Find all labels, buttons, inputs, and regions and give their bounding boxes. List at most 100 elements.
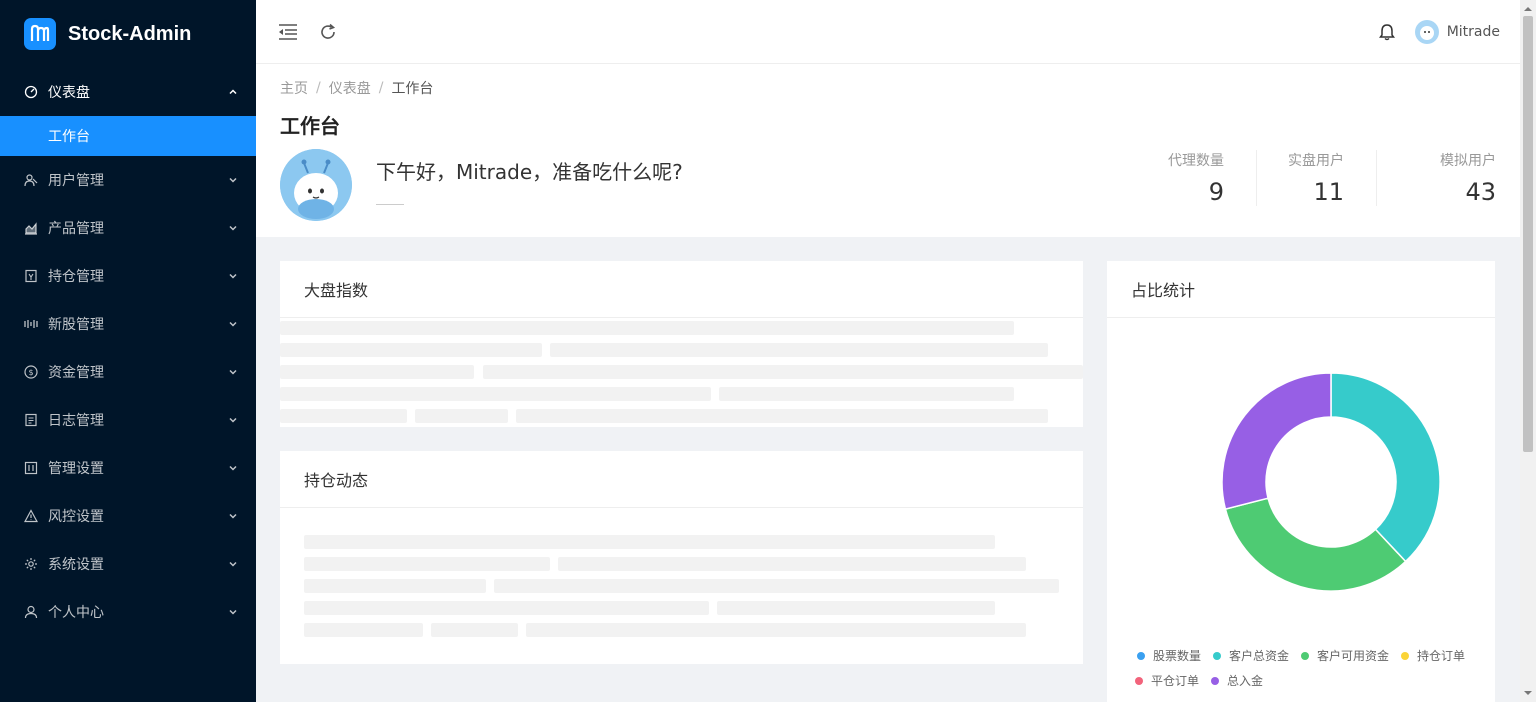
chevron-down-icon [228,463,238,473]
skeleton-line [431,623,518,637]
breadcrumb-separator: / [316,80,321,96]
sidebar-item-label: 新股管理 [48,317,104,333]
refresh-icon[interactable] [318,22,338,42]
breadcrumb-current: 工作台 [391,81,434,97]
sidebar-item-risk-settings[interactable]: 风控设置 [0,492,256,540]
sidebar-item-system-settings[interactable]: 系统设置 [0,540,256,588]
sidebar-item-label: 系统设置 [48,557,104,573]
scroll-down-icon[interactable] [1520,686,1536,700]
stat-value: 11 [1313,178,1344,206]
skeleton-line [280,343,542,357]
collapse-menu-icon[interactable] [278,22,298,42]
legend-item[interactable]: 股票数量 [1136,647,1201,664]
sidebar-subitem-workbench[interactable]: 工作台 [0,116,256,156]
top-header: Mitrade [256,0,1520,64]
skeleton-line [550,343,1048,357]
logo-icon [24,18,56,50]
dashboard-icon [24,85,38,99]
donut-slice[interactable] [1224,497,1407,592]
skeleton-line [280,321,1014,335]
legend-item[interactable]: 客户可用资金 [1301,647,1389,664]
legend-label: 持仓订单 [1417,649,1466,663]
legend-label: 平仓订单 [1151,674,1200,688]
legend-dot [1301,651,1309,660]
sidebar-item-label: 个人中心 [48,605,104,621]
sidebar-item-positions[interactable]: 持仓管理 [0,252,256,300]
chevron-down-icon [228,511,238,521]
greeting-divider [376,204,404,205]
username[interactable]: Mitrade [1447,24,1500,40]
stat-demo-users: 模拟用户 43 [1376,150,1496,206]
legend-row: 股票数量 客户总资金 客户可用资金 持仓订单 [1107,647,1495,664]
chevron-down-icon [228,415,238,425]
sidebar-item-users[interactable]: 用户管理 [0,156,256,204]
skeleton-line [280,365,474,379]
page-header: 主页 / 仪表盘 / 工作台 工作台 下午好，Mitrade，准备吃什么呢? 代… [256,64,1520,237]
stat-label: 模拟用户 [1440,153,1496,169]
sidebar-item-label: 管理设置 [48,461,104,477]
sidebar-item-label: 仪表盘 [48,85,90,101]
avatar[interactable] [1414,19,1439,44]
scrollbar[interactable] [1520,0,1536,702]
sidebar: Stock-Admin 仪表盘工作台用户管理产品管理持仓管理新股管理 $ 资金管理日… [0,0,256,702]
logo[interactable]: Stock-Admin [0,0,256,68]
sidebar-item-dashboard[interactable]: 仪表盘 [0,68,256,116]
breadcrumb-separator: / [378,80,384,96]
chevron-down-icon [228,271,238,281]
sidebar-item-funds[interactable]: $ 资金管理 [0,348,256,396]
stats-group: 代理数量 9 实盘用户 11 模拟用户 43 [1136,150,1496,206]
svg-text:$: $ [28,368,33,377]
card-title: 大盘指数 [280,261,1083,318]
skeleton-line [516,409,1048,423]
positions-card: 持仓动态 [280,451,1083,664]
stat-value: 43 [1465,178,1496,206]
sidebar-item-label: 持仓管理 [48,269,104,285]
greeting-text: 下午好，Mitrade，准备吃什么呢? [376,160,683,184]
legend-item[interactable]: 平仓订单 [1135,672,1199,689]
skeleton-line [304,557,550,571]
legend-item[interactable]: 持仓订单 [1401,647,1465,664]
sidebar-item-ipo[interactable]: 新股管理 [0,300,256,348]
chevron-up-icon [228,87,238,97]
legend-item[interactable]: 总入金 [1211,672,1263,689]
sidebar-item-label: 产品管理 [48,221,104,237]
settings-panel-icon [24,461,38,475]
breadcrumb: 主页 / 仪表盘 / 工作台 [280,78,433,98]
stat-label: 实盘用户 [1288,153,1344,169]
warning-icon [24,509,38,523]
scrollbar-thumb[interactable] [1523,16,1533,452]
sidebar-item-label: 日志管理 [48,413,104,429]
skeleton-line [304,579,486,593]
stat-real-users: 实盘用户 11 [1256,150,1376,206]
stat-value: 9 [1208,178,1224,206]
skeleton-line [494,579,1059,593]
sidebar-item-logs[interactable]: 日志管理 [0,396,256,444]
legend-label: 股票数量 [1152,649,1201,663]
market-index-card: 大盘指数 [280,261,1083,427]
skeleton-line [304,535,995,549]
chevron-down-icon [228,559,238,569]
sidebar-item-admin-settings[interactable]: 管理设置 [0,444,256,492]
breadcrumb-dashboard[interactable]: 仪表盘 [329,78,371,98]
legend-row: 平仓订单 总入金 [1107,672,1495,689]
gear-icon [24,557,38,571]
sidebar-item-profile[interactable]: 个人中心 [0,588,256,636]
sidebar-item-products[interactable]: 产品管理 [0,204,256,252]
chart-legend: 股票数量 客户总资金 客户可用资金 持仓订单平仓订单 总入金 [1107,647,1495,697]
legend-item[interactable]: 客户总资金 [1212,647,1289,664]
donut-slice[interactable] [1330,372,1441,563]
scroll-up-icon[interactable] [1520,2,1536,16]
chart-area-icon [24,221,38,235]
chevron-down-icon [228,319,238,329]
bell-icon[interactable] [1377,22,1397,42]
sidebar-item-label: 资金管理 [48,365,104,381]
chevron-down-icon [228,367,238,377]
legend-dot [1136,651,1145,660]
sidebar-item-label: 用户管理 [48,173,104,189]
skeleton-line [526,623,1026,637]
legend-label: 客户可用资金 [1317,649,1390,663]
donut-slice[interactable] [1221,372,1332,511]
legend-dot [1135,676,1143,685]
skeleton-line [304,601,709,615]
breadcrumb-home[interactable]: 主页 [280,78,308,98]
